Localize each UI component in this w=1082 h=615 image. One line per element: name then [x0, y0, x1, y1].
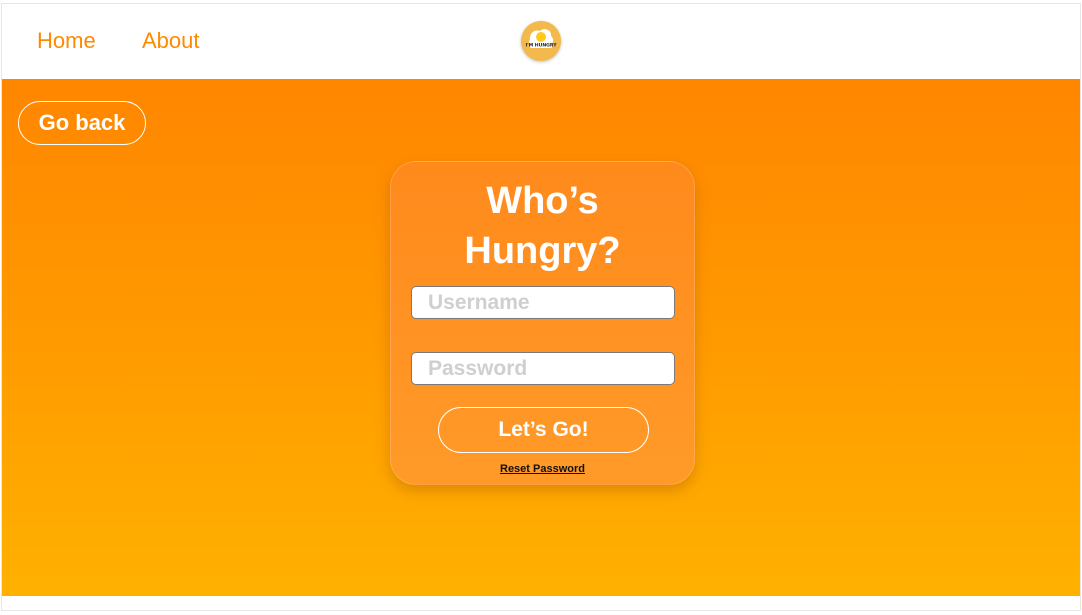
fried-egg-logo-icon[interactable]: I'M HUNGRY — [521, 21, 561, 61]
reset-password-link[interactable]: Reset Password — [391, 463, 694, 475]
login-title: Who’s Hungry? — [464, 180, 621, 272]
app-window: Home About I'M HUNGRY Go back Who’s Hung… — [1, 3, 1081, 611]
nav-home-link[interactable]: Home — [37, 28, 96, 54]
username-input[interactable] — [411, 286, 675, 319]
lets-go-button[interactable]: Let’s Go! — [438, 407, 649, 453]
go-back-button[interactable]: Go back — [18, 101, 146, 145]
hero-section: Go back Who’s Hungry? Let’s Go! Reset Pa… — [2, 79, 1080, 596]
nav-about-link[interactable]: About — [142, 28, 200, 54]
login-card: Who’s Hungry? Let’s Go! Reset Password — [390, 161, 695, 485]
top-navbar: Home About I'M HUNGRY — [2, 4, 1080, 79]
password-input[interactable] — [411, 352, 675, 385]
footer-strip — [2, 596, 1080, 610]
logo-text: I'M HUNGRY — [525, 43, 557, 49]
